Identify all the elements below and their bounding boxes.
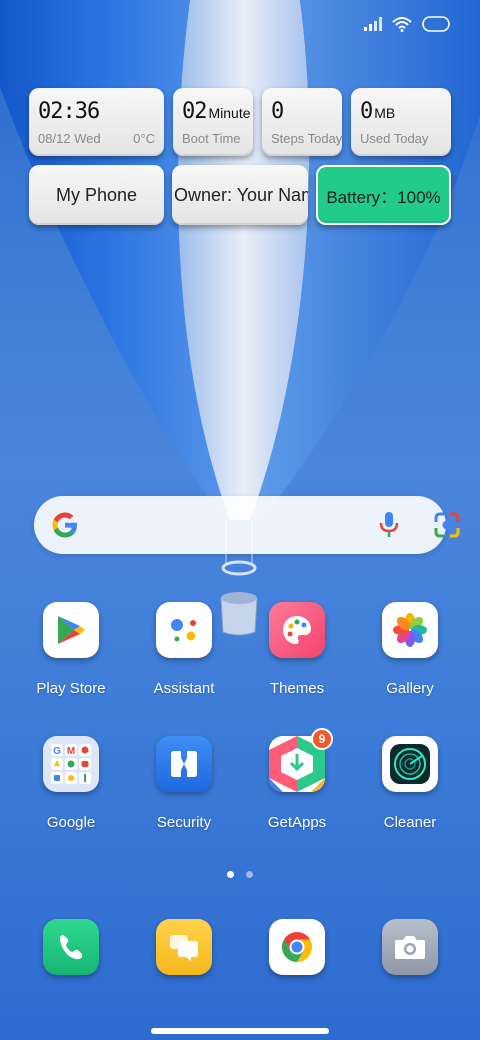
boot-time-widget[interactable]: 02 Minute Boot Time — [173, 88, 253, 156]
app-label: Google — [46, 814, 96, 831]
gallery-icon — [382, 602, 438, 658]
data-usage-label: Used Today — [360, 131, 429, 146]
svg-text:M: M — [67, 746, 75, 757]
app-label: Gallery — [386, 680, 434, 697]
app-getapps[interactable]: 9 GetApps — [242, 728, 352, 831]
clock-widget[interactable]: 02:36 08/12 Wed 0°C — [29, 88, 164, 156]
camera-icon — [382, 919, 438, 975]
my-phone-widget[interactable]: My Phone — [29, 165, 164, 225]
dock-chrome[interactable] — [242, 919, 352, 975]
app-themes[interactable]: Themes — [242, 602, 352, 697]
dock-messages[interactable] — [129, 919, 239, 975]
app-label: Play Store — [36, 680, 106, 697]
app-label: GetApps — [267, 814, 327, 831]
google-g-icon — [52, 512, 77, 538]
owner-label: Owner: Your Name — [174, 184, 308, 205]
app-label: Cleaner — [383, 814, 437, 831]
steps-widget[interactable]: 0 Steps Today — [262, 88, 342, 156]
my-phone-label: My Phone — [55, 184, 138, 205]
page-indicator — [0, 871, 480, 878]
steps-value: 0 — [271, 99, 284, 124]
app-assistant[interactable]: Assistant — [129, 602, 239, 697]
wifi-icon — [392, 17, 412, 32]
boot-time-label: Boot Time — [182, 131, 241, 146]
security-icon — [156, 736, 212, 792]
signal-icon — [364, 17, 382, 31]
lens-icon[interactable] — [432, 510, 462, 540]
getapps-icon: 9 — [269, 728, 333, 792]
data-usage-value: 0 MB — [360, 99, 396, 124]
page-dot[interactable] — [246, 871, 253, 878]
mic-icon[interactable] — [378, 510, 400, 540]
app-label: Assistant — [153, 680, 215, 697]
status-bar — [364, 16, 450, 32]
clock-date: 08/12 Wed — [38, 131, 101, 146]
battery-label: Battery：100% — [326, 187, 441, 207]
app-security[interactable]: Security — [129, 736, 239, 831]
app-gallery[interactable]: Gallery — [355, 602, 465, 697]
messages-icon — [156, 919, 212, 975]
boot-time-value: 02 Minute — [182, 99, 251, 124]
chrome-icon — [269, 919, 325, 975]
app-label: Themes — [269, 680, 325, 697]
google-search-bar[interactable] — [34, 496, 460, 554]
steps-label: Steps Today — [271, 131, 342, 146]
assistant-icon — [156, 602, 212, 658]
data-usage-widget[interactable]: 0 MB Used Today — [351, 88, 451, 156]
battery-widget[interactable]: Battery：100% — [316, 165, 451, 225]
data-usage-unit: MB — [374, 105, 396, 121]
google-folder-icon: G M — [43, 736, 99, 792]
cleaner-icon — [382, 736, 438, 792]
dock-camera[interactable] — [355, 919, 465, 975]
boot-time-unit: Minute — [208, 105, 251, 121]
phone-icon — [43, 919, 99, 975]
notification-badge: 9 — [311, 728, 333, 750]
app-google-folder[interactable]: G M Google — [16, 736, 126, 831]
svg-text:G: G — [53, 746, 61, 757]
dock-phone[interactable] — [16, 919, 126, 975]
battery-icon — [422, 16, 450, 32]
gesture-nav-bar[interactable] — [151, 1028, 329, 1034]
app-label: Security — [156, 814, 212, 831]
owner-widget[interactable]: Owner: Your Name — [172, 165, 308, 225]
themes-icon — [269, 602, 325, 658]
page-dot-active[interactable] — [227, 871, 234, 878]
app-play-store[interactable]: Play Store — [16, 602, 126, 697]
play-store-icon — [43, 602, 99, 658]
clock-time: 02:36 — [38, 99, 100, 124]
clock-temp: 0°C — [133, 131, 155, 146]
app-cleaner[interactable]: Cleaner — [355, 736, 465, 831]
